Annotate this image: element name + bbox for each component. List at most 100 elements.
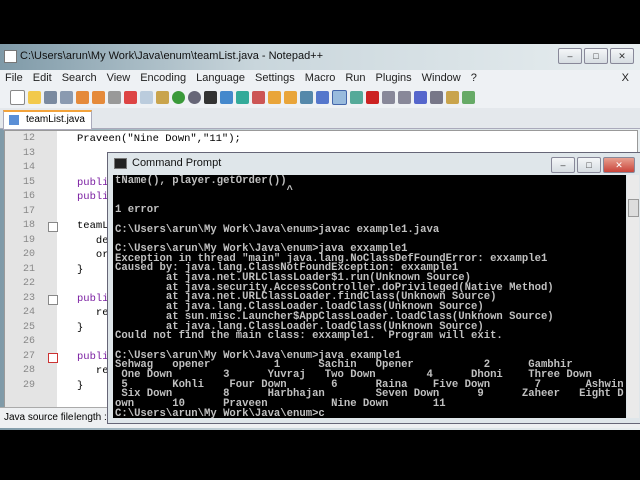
run-macro-multiple-icon[interactable] (414, 90, 427, 104)
command-prompt-window: Command Prompt – □ ✕ tName(), player.get… (107, 152, 640, 424)
code-line: re (77, 307, 109, 319)
find-icon[interactable] (204, 90, 217, 104)
code-line: or (77, 249, 109, 261)
code-line: publi (77, 350, 109, 363)
code-line: teamL (77, 220, 109, 232)
line-number: 28 (22, 365, 35, 376)
code-line: re (77, 365, 109, 377)
zoom-in-icon[interactable] (236, 90, 249, 104)
indent-guide-icon[interactable] (332, 89, 347, 105)
console-scrollbar[interactable] (627, 175, 639, 418)
fold-toggle-icon[interactable] (48, 352, 58, 363)
line-number: 27 (22, 350, 35, 362)
window-title: C:\Users\arun\My Work\Java\enum\teamList… (20, 50, 324, 62)
file-saved-icon (9, 115, 19, 125)
undo-icon[interactable] (172, 90, 185, 104)
menu-edit[interactable]: Edit (28, 70, 57, 86)
print-icon[interactable] (108, 90, 121, 104)
save-macro-icon[interactable] (430, 90, 443, 104)
line-number: 20 (22, 249, 35, 260)
redo-icon[interactable] (188, 90, 201, 104)
cut-icon[interactable] (124, 90, 137, 104)
word-wrap-icon[interactable] (300, 90, 313, 104)
line-number: 17 (22, 205, 35, 217)
length-status: length : (74, 412, 107, 423)
spellcheck-icon[interactable] (462, 90, 475, 104)
console-text: tName(), player.getOrder()) ^ 1 error C:… (115, 175, 624, 418)
menu-settings[interactable]: Settings (250, 70, 300, 86)
menu-encoding[interactable]: Encoding (135, 70, 191, 86)
notepad-app-icon (4, 50, 17, 63)
line-number: 14 (22, 162, 35, 173)
play-macro-icon[interactable] (398, 90, 411, 104)
line-number: 25 (22, 321, 35, 333)
paste-icon[interactable] (156, 90, 169, 104)
replace-icon[interactable] (220, 90, 233, 104)
code-line: Praveen("Nine Down","11"); (77, 133, 241, 145)
cmd-window-title: Command Prompt (132, 157, 222, 169)
zoom-out-icon[interactable] (252, 90, 265, 104)
save-all-icon[interactable] (60, 90, 73, 104)
code-line: } (77, 321, 84, 334)
minimize-button[interactable]: – (558, 48, 582, 64)
cmd-app-icon (114, 158, 127, 169)
code-line: de (77, 234, 109, 247)
sync-vertical-icon[interactable] (268, 90, 281, 104)
tab-bar: teamList.java (0, 108, 640, 130)
line-number: 21 (22, 263, 35, 275)
cmd-maximize-button[interactable]: □ (577, 157, 601, 173)
console-output[interactable]: tName(), player.getOrder()) ^ 1 error C:… (113, 175, 626, 418)
new-file-icon[interactable] (10, 89, 25, 105)
line-number: 12 (22, 133, 35, 144)
menu-search[interactable]: Search (57, 70, 102, 86)
close-document-button[interactable]: X (617, 70, 634, 86)
toolbar (0, 86, 640, 108)
sync-horizontal-icon[interactable] (284, 90, 297, 104)
title-bar: C:\Users\arun\My Work\Java\enum\teamList… (0, 44, 640, 68)
file-type-status: Java source file (4, 412, 74, 423)
line-number: 16 (22, 191, 35, 202)
tab-teamlist-java[interactable]: teamList.java (3, 110, 92, 130)
cmd-minimize-button[interactable]: – (551, 157, 575, 173)
maximize-button[interactable]: □ (584, 48, 608, 64)
line-number: 18 (22, 220, 35, 231)
menu-bar: File Edit Search View Encoding Language … (0, 70, 640, 86)
menu-run[interactable]: Run (340, 70, 370, 86)
stop-macro-icon[interactable] (382, 90, 395, 104)
line-number: 24 (22, 307, 35, 318)
code-line: publi (77, 292, 109, 305)
code-line: } (77, 263, 84, 276)
line-number: 26 (22, 336, 35, 347)
show-all-chars-icon[interactable] (316, 90, 329, 104)
cmd-title-bar: Command Prompt – □ ✕ (108, 153, 640, 173)
close-all-icon[interactable] (92, 90, 105, 104)
line-number: 29 (22, 379, 35, 391)
line-number: 22 (22, 278, 35, 289)
line-number: 23 (22, 292, 35, 304)
fold-toggle-icon[interactable] (48, 294, 58, 305)
menu-file[interactable]: File (0, 70, 28, 86)
scrollbar-thumb[interactable] (628, 199, 639, 217)
close-icon[interactable] (76, 90, 89, 104)
cmd-close-button[interactable]: ✕ (603, 157, 635, 173)
menu-language[interactable]: Language (191, 70, 250, 86)
code-line: publi (77, 176, 109, 189)
code-line: } (77, 379, 84, 392)
save-icon[interactable] (44, 90, 57, 104)
doc-map-icon[interactable] (350, 90, 363, 104)
menu-plugins[interactable]: Plugins (371, 70, 417, 86)
code-line: publi (77, 191, 109, 203)
menu-help[interactable]: ? (466, 70, 482, 86)
line-number: 15 (22, 176, 35, 188)
tab-label: teamList.java (26, 114, 85, 125)
record-macro-icon[interactable] (366, 90, 379, 104)
fold-toggle-icon[interactable] (48, 222, 58, 232)
line-number: 19 (22, 234, 35, 246)
menu-window[interactable]: Window (417, 70, 466, 86)
open-file-icon[interactable] (28, 90, 41, 104)
menu-view[interactable]: View (102, 70, 136, 86)
menu-macro[interactable]: Macro (300, 70, 341, 86)
close-button[interactable]: ✕ (610, 48, 634, 64)
copy-icon[interactable] (140, 90, 153, 104)
plugin-icon[interactable] (446, 90, 459, 104)
